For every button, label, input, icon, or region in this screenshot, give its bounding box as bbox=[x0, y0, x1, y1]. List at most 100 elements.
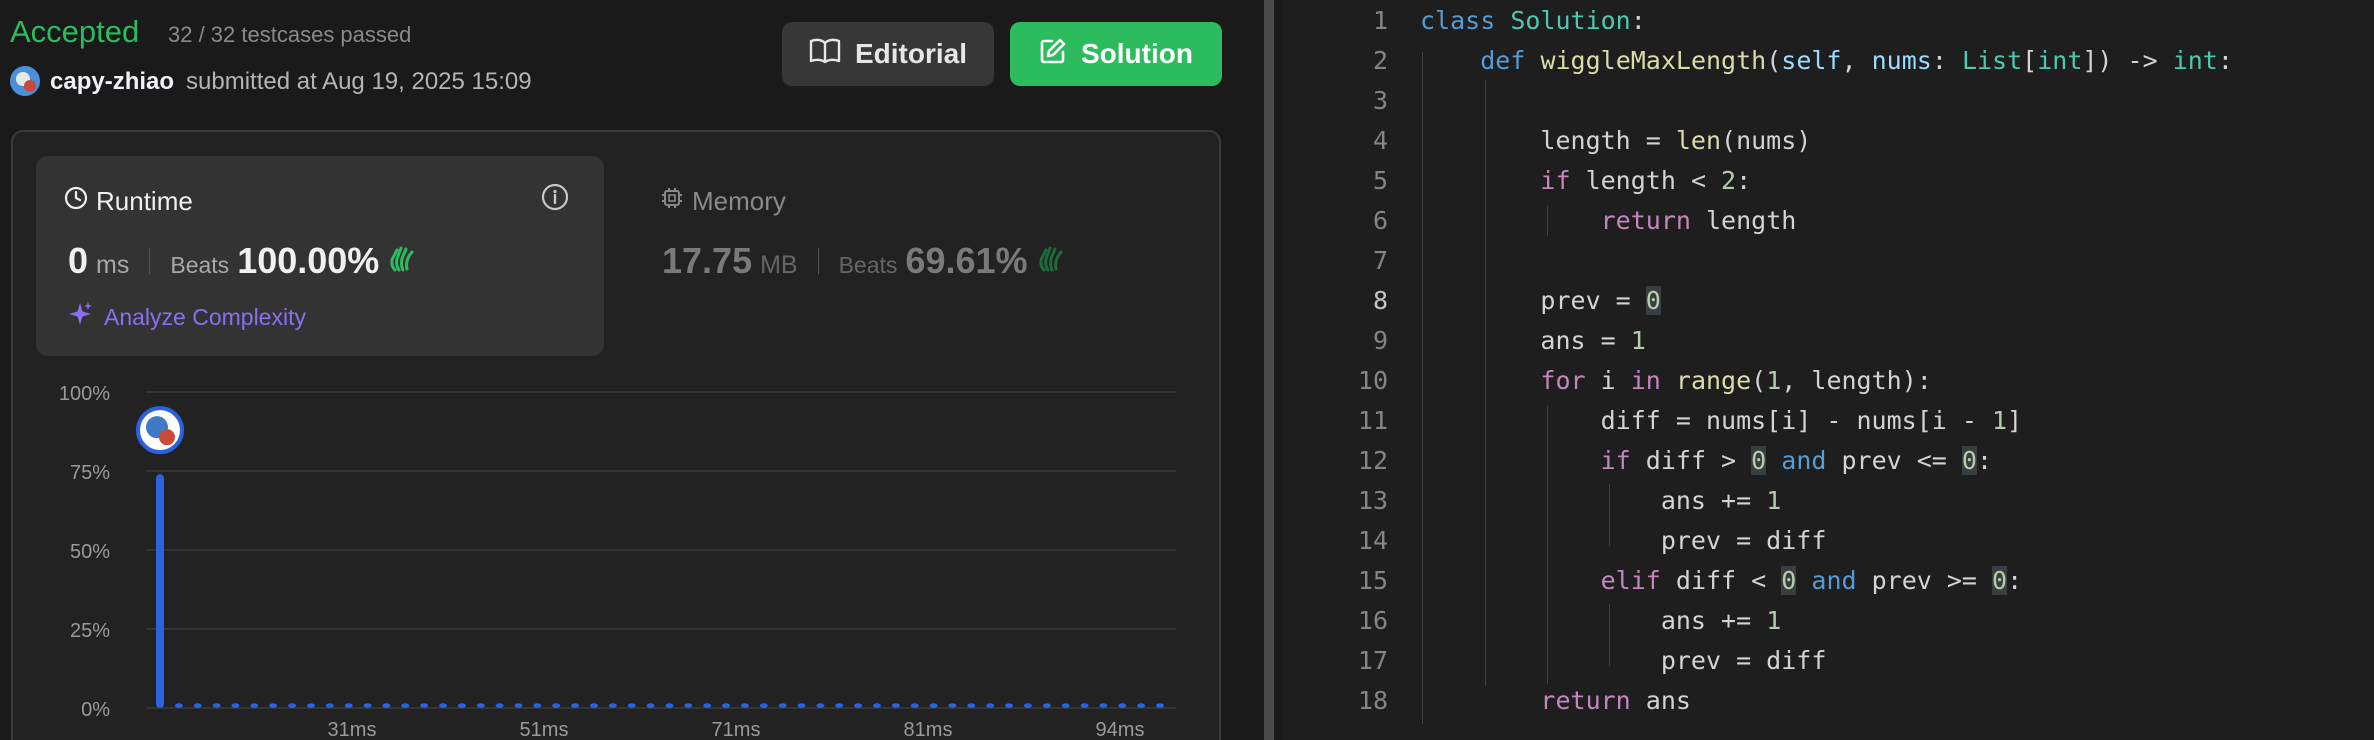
line-number: 2 bbox=[1372, 46, 1388, 75]
line-number: 7 bbox=[1372, 246, 1388, 275]
chart-bar bbox=[1061, 703, 1070, 708]
chip-icon bbox=[660, 186, 684, 217]
chart-bar bbox=[325, 703, 334, 708]
solution-label: Solution bbox=[1081, 38, 1193, 69]
memory-title-row[interactable]: Memory bbox=[660, 186, 786, 217]
chart-bar bbox=[231, 703, 240, 708]
chart-bar bbox=[439, 703, 448, 708]
line-number: 9 bbox=[1372, 326, 1388, 355]
x-tick-label: 94ms bbox=[1096, 719, 1145, 740]
chart-bar bbox=[891, 703, 900, 708]
chart-bar bbox=[929, 703, 938, 708]
divider bbox=[817, 248, 819, 274]
chart-bar bbox=[495, 703, 504, 708]
chart-bar bbox=[778, 703, 787, 708]
line-number: 6 bbox=[1372, 206, 1388, 235]
username[interactable]: capy-zhiao bbox=[50, 68, 174, 96]
chart-bar bbox=[193, 703, 202, 708]
line-number: 4 bbox=[1372, 126, 1388, 155]
chart-bar bbox=[156, 474, 164, 708]
memory-metric: 17.75 MB Beats 69.61% bbox=[662, 240, 1066, 282]
line-number: 16 bbox=[1357, 606, 1388, 635]
submitted-at: submitted at Aug 19, 2025 15:09 bbox=[186, 68, 532, 95]
y-tick-label: 0% bbox=[81, 699, 110, 721]
chart-bar bbox=[759, 703, 768, 708]
code-line-1: class Solution: bbox=[1420, 6, 1646, 35]
line-number: 3 bbox=[1372, 86, 1388, 115]
sparkle-icon bbox=[66, 300, 94, 334]
avatar[interactable] bbox=[10, 66, 40, 96]
line-number: 12 bbox=[1357, 446, 1388, 475]
runtime-beats-pct: 100.00% bbox=[237, 240, 380, 281]
y-tick-label: 25% bbox=[70, 620, 110, 642]
avatar-marker-accent bbox=[159, 429, 175, 446]
solution-button[interactable]: Solution bbox=[1010, 22, 1222, 86]
clap-icon bbox=[1036, 244, 1066, 279]
line-number: 11 bbox=[1357, 406, 1388, 435]
code-line-2: def wiggleMaxLength(self, nums: List[int… bbox=[1480, 46, 2233, 75]
code-line-6: return length bbox=[1600, 206, 1797, 235]
editorial-label: Editorial bbox=[854, 38, 967, 69]
runtime-unit: ms bbox=[96, 251, 130, 279]
chart-bar bbox=[986, 703, 995, 708]
chart-bar bbox=[1080, 703, 1089, 708]
chart-bar bbox=[1005, 703, 1014, 708]
chart-bar bbox=[722, 703, 731, 708]
code-line-15: elif diff < 0 and prev >= 0: bbox=[1600, 566, 2023, 595]
line-number: 14 bbox=[1357, 526, 1388, 555]
chart-bar bbox=[269, 703, 278, 708]
chart-bar bbox=[382, 703, 391, 708]
analyze-complexity-link[interactable]: Analyze Complexity bbox=[66, 300, 306, 334]
chart-bar bbox=[589, 703, 598, 708]
code-line-14: prev = diff bbox=[1420, 526, 1827, 555]
code-editor[interactable]: 1 2 3 4 5 6 7 8 9 10 11 12 13 14 15 16 17 18 class Soluti… bbox=[1282, 0, 2374, 740]
runtime-title: Runtime bbox=[96, 186, 193, 216]
divider bbox=[149, 248, 151, 274]
analyze-label: Analyze Complexity bbox=[104, 303, 306, 330]
info-icon[interactable] bbox=[540, 182, 570, 217]
editorial-button[interactable]: Editorial bbox=[782, 22, 994, 86]
line-number: 5 bbox=[1372, 166, 1388, 195]
memory-unit: MB bbox=[760, 251, 798, 279]
chart-bar bbox=[1137, 703, 1146, 708]
chart-bar bbox=[1118, 703, 1127, 708]
chart-bar bbox=[872, 703, 881, 708]
y-tick-label: 75% bbox=[70, 462, 110, 484]
code-line-18: return ans bbox=[1540, 686, 1691, 715]
memory-beats-pct: 69.61% bbox=[905, 240, 1028, 281]
code-line-9: ans = 1 bbox=[1420, 326, 1646, 355]
chart-bar bbox=[910, 703, 919, 708]
chart-bar bbox=[646, 703, 655, 708]
runtime-distribution-chart: 100% 75% 50% 25% 0% 31ms 51ms 71ms 81ms 94ms bbox=[59, 383, 1176, 740]
code-line-4: length = len(nums) bbox=[1420, 126, 1812, 155]
chart-bar bbox=[1099, 703, 1108, 708]
line-number: 15 bbox=[1357, 566, 1388, 595]
chart-bar bbox=[174, 703, 183, 708]
chart-bar bbox=[627, 703, 636, 708]
code-line-5: if length < 2: bbox=[1540, 166, 1752, 195]
runtime-title-row: Runtime bbox=[64, 186, 193, 217]
chart-bar bbox=[854, 703, 863, 708]
code-line-8: prev = 0 bbox=[1420, 286, 1661, 315]
y-tick-label: 100% bbox=[59, 383, 110, 405]
x-tick-label: 51ms bbox=[520, 719, 569, 740]
chart-bar bbox=[608, 703, 617, 708]
chart-bar bbox=[571, 703, 580, 708]
testcases-passed: 32 / 32 testcases passed bbox=[168, 22, 412, 47]
chart-bar bbox=[420, 703, 429, 708]
chart-bar bbox=[835, 703, 844, 708]
chart-bar bbox=[344, 703, 353, 708]
chart-bar bbox=[740, 703, 749, 708]
memory-title: Memory bbox=[692, 186, 786, 216]
chart-bar bbox=[533, 703, 542, 708]
clap-icon bbox=[387, 244, 417, 279]
panel-resize-handle[interactable] bbox=[1258, 0, 1282, 740]
code-line-10: for i in range(1, length): bbox=[1540, 366, 1932, 395]
chart-bar bbox=[457, 703, 466, 708]
chart-bar bbox=[306, 703, 315, 708]
line-number: 18 bbox=[1357, 686, 1388, 715]
y-tick-label: 50% bbox=[70, 541, 110, 563]
chart-bar bbox=[816, 703, 825, 708]
chart-bar bbox=[1042, 703, 1051, 708]
chart-bar bbox=[288, 703, 297, 708]
